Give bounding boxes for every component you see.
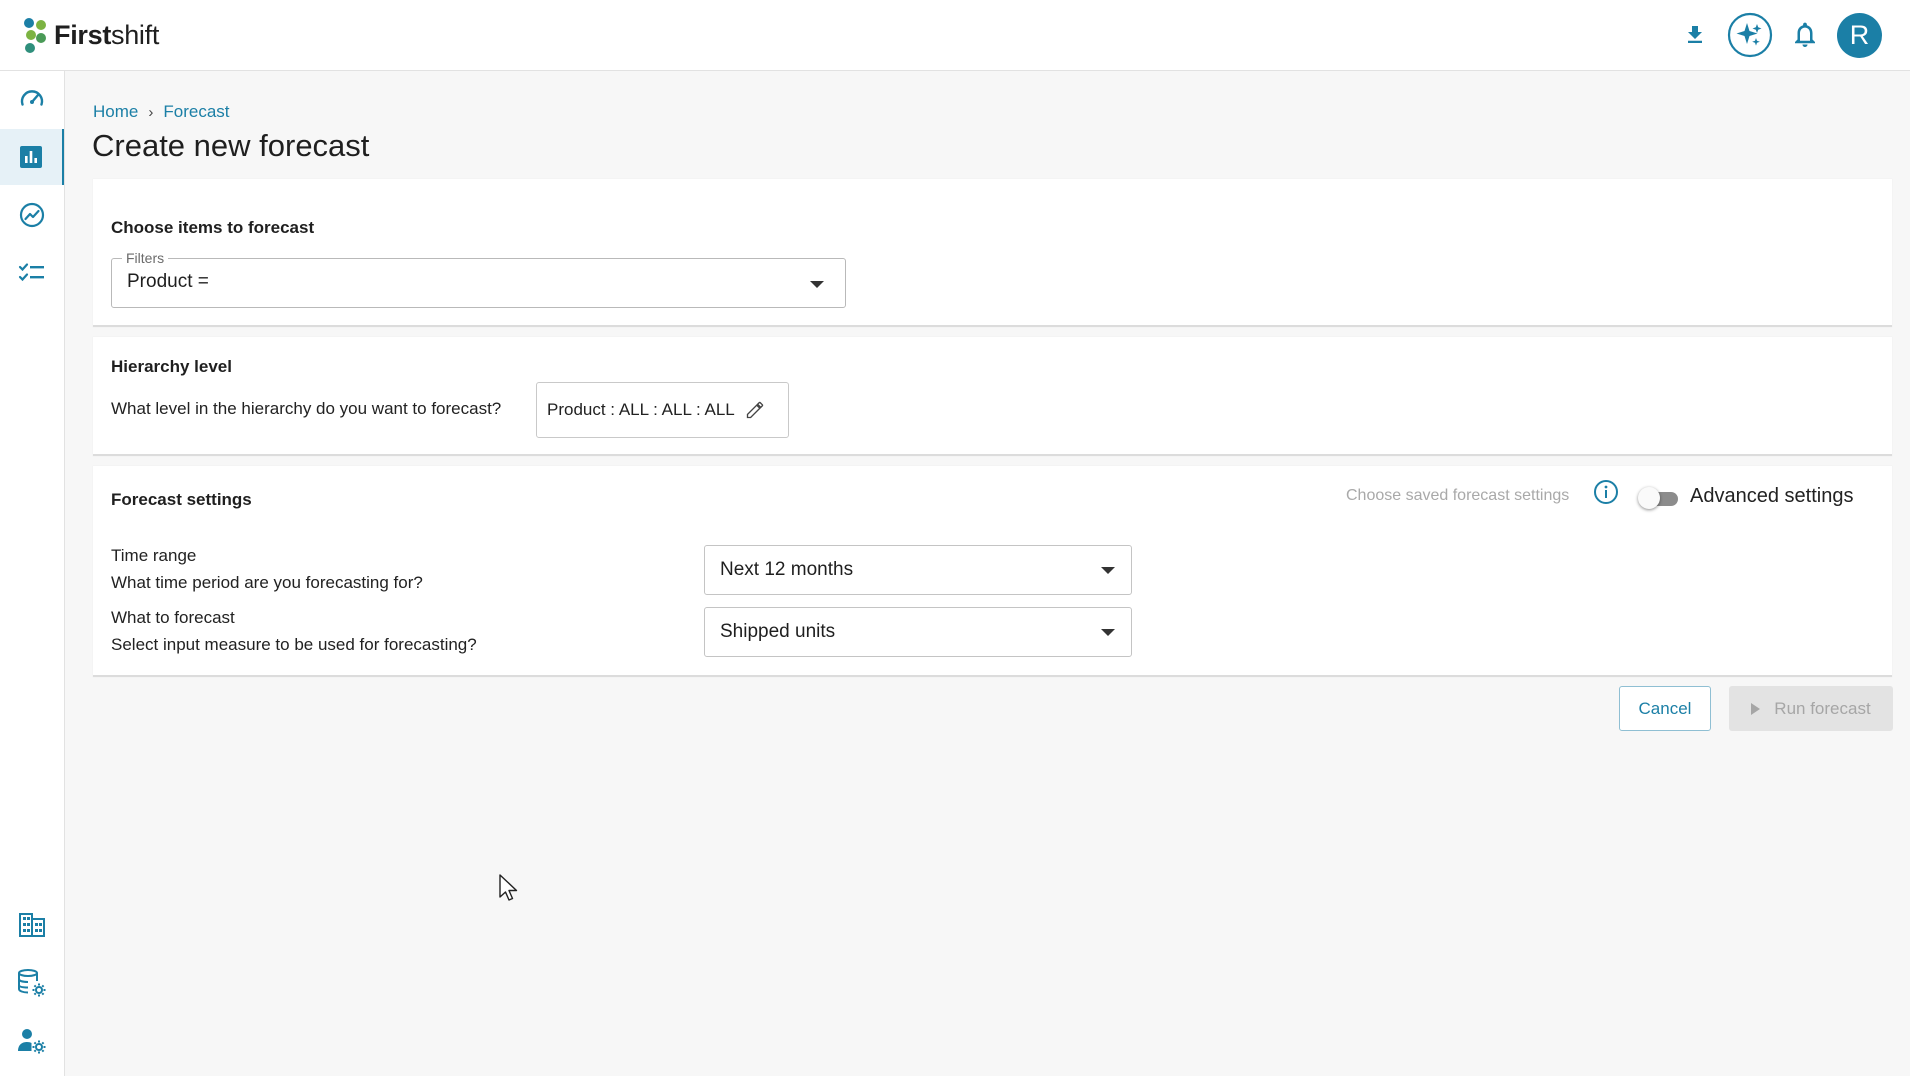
advanced-settings-toggle[interactable] bbox=[1638, 486, 1680, 510]
choose-items-title: Choose items to forecast bbox=[111, 218, 315, 237]
hierarchy-level-title: Hierarchy level bbox=[111, 357, 232, 376]
time-range-select[interactable]: Next 12 months bbox=[704, 545, 1132, 595]
cancel-button[interactable]: Cancel bbox=[1619, 686, 1711, 731]
breadcrumb-forecast[interactable]: Forecast bbox=[163, 102, 229, 122]
run-forecast-button[interactable]: Run forecast bbox=[1729, 686, 1893, 731]
download-icon bbox=[1688, 26, 1702, 43]
breadcrumb: Home › Forecast bbox=[93, 102, 230, 122]
chevron-down-icon bbox=[1101, 567, 1115, 574]
saved-settings-link[interactable]: Choose saved forecast settings bbox=[1346, 487, 1569, 505]
forecast-settings-card: Forecast settings Choose saved forecast … bbox=[93, 466, 1892, 677]
ai-assistant-button[interactable] bbox=[1727, 12, 1773, 58]
time-range-value: Next 12 months bbox=[720, 559, 854, 580]
hierarchy-level-value: Product : ALL : ALL : ALL bbox=[547, 400, 735, 419]
user-settings-icon bbox=[18, 1029, 46, 1054]
filters-select[interactable]: Filters Product = bbox=[111, 250, 846, 308]
page-title: Create new forecast bbox=[92, 128, 370, 163]
advanced-settings-label: Advanced settings bbox=[1690, 485, 1854, 507]
measure-question: Select input measure to be used for fore… bbox=[111, 635, 477, 654]
chevron-down-icon bbox=[1101, 629, 1115, 636]
top-header: Firstshift R bbox=[0, 0, 1910, 71]
user-avatar[interactable]: R bbox=[1837, 13, 1882, 58]
sidebar-item-dashboard[interactable] bbox=[0, 71, 64, 127]
sidebar-item-tasks[interactable] bbox=[0, 245, 64, 301]
notifications-button[interactable] bbox=[1782, 12, 1828, 58]
measure-select[interactable]: Shipped units bbox=[704, 607, 1132, 657]
measure-label: What to forecast bbox=[111, 608, 235, 627]
sidebar-item-user-settings[interactable] bbox=[0, 1013, 64, 1069]
logo-text: Firstshift bbox=[54, 19, 160, 50]
breadcrumb-separator: › bbox=[148, 103, 154, 121]
time-range-question: What time period are you forecasting for… bbox=[111, 573, 423, 592]
measure-value: Shipped units bbox=[720, 621, 836, 642]
breadcrumb-home[interactable]: Home bbox=[93, 102, 138, 122]
forecast-settings-title: Forecast settings bbox=[111, 490, 252, 509]
sidebar-item-organization[interactable] bbox=[0, 897, 64, 953]
sidebar-item-forecast[interactable] bbox=[0, 129, 64, 185]
sparkle-icon bbox=[1727, 12, 1773, 58]
time-range-label: Time range bbox=[111, 546, 197, 565]
info-icon[interactable] bbox=[1593, 479, 1619, 510]
download-button[interactable] bbox=[1672, 12, 1718, 58]
filters-value: Product = bbox=[127, 271, 209, 292]
building-icon bbox=[19, 913, 45, 937]
run-forecast-label: Run forecast bbox=[1774, 698, 1871, 718]
pencil-icon bbox=[746, 401, 763, 419]
dashboard-icon bbox=[20, 90, 44, 106]
hierarchy-question: What level in the hierarchy do you want … bbox=[111, 399, 502, 418]
firstshift-logo[interactable]: Firstshift bbox=[22, 14, 159, 56]
bell-icon bbox=[1795, 22, 1815, 47]
database-settings-icon bbox=[18, 969, 46, 997]
hierarchy-level-picker[interactable]: Product : ALL : ALL : ALL bbox=[536, 382, 789, 438]
play-icon bbox=[1751, 702, 1761, 715]
hierarchy-level-card: Hierarchy level What level in the hierar… bbox=[93, 337, 1892, 456]
sidebar-item-trends[interactable] bbox=[0, 187, 64, 243]
sidebar bbox=[0, 71, 65, 1076]
checklist-icon bbox=[18, 263, 44, 282]
choose-items-card: Choose items to forecast Filters Product… bbox=[93, 179, 1892, 327]
mouse-cursor-icon bbox=[499, 874, 518, 901]
bar-chart-icon bbox=[20, 146, 42, 168]
trend-icon bbox=[19, 202, 45, 228]
sidebar-item-data-settings[interactable] bbox=[0, 955, 64, 1011]
filters-label: Filters bbox=[122, 250, 169, 266]
chevron-down-icon bbox=[810, 281, 824, 288]
logo-mark-icon bbox=[22, 16, 50, 54]
